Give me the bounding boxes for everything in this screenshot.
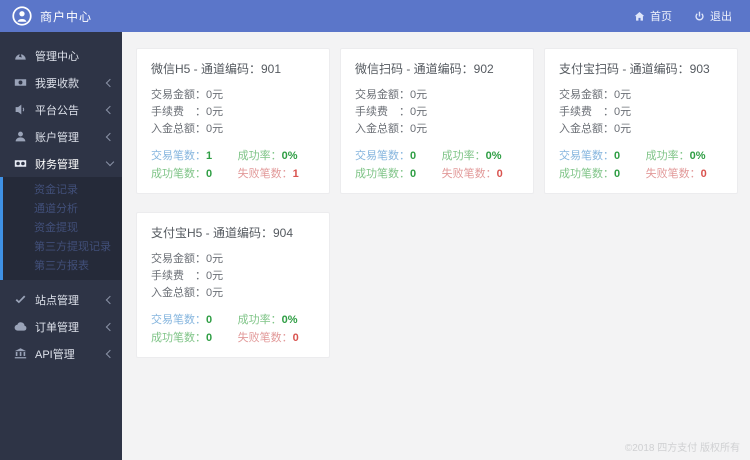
success-rate-stat: 成功率：0% [441,150,502,162]
tx-count-stat: 交易笔数：0 [355,150,417,162]
home-icon [634,11,645,21]
deposit-line: 入金总额：0元 [151,123,224,135]
fee-line: 手续费 ：0元 [151,270,224,282]
channel-card-wechat-qr: 微信扫码 - 通道编码：902 交易金额：0元 手续费 ：0元 入金总额：0元 … [340,48,534,194]
sidebar-item-label: 账户管理 [35,131,79,144]
card-title: 微信H5 - 通道编码：901 [151,62,282,76]
sidebar: 管理中心 我要收款 平台公告 账户管理 财务管理 资金记录 通道分析 资金提现 … [0,32,122,460]
fail-count-stat: 失败笔数：0 [441,168,503,180]
tx-count-stat: 交易笔数：0 [559,150,621,162]
sidebar-item-orders[interactable]: 订单管理 [0,313,122,340]
sidebar-item-label: 平台公告 [35,104,79,117]
collect-icon [14,79,27,86]
sidebar-item-accounts[interactable]: 账户管理 [0,123,122,150]
chevron-left-icon [105,132,115,141]
channel-card-alipay-h5: 支付宝H5 - 通道编码：904 交易金额：0元 手续费 ：0元 入金总额：0元… [136,212,330,358]
channel-card-wechat-h5: 微信H5 - 通道编码：901 交易金额：0元 手续费 ：0元 入金总额：0元 … [136,48,330,194]
sidebar-item-label: 订单管理 [35,321,79,334]
sidebar-item-label: API管理 [35,348,75,361]
brand: 商户中心 [0,6,92,26]
card-title: 支付宝H5 - 通道编码：904 [151,226,294,240]
tx-count-stat: 交易笔数：1 [151,150,213,162]
fail-count-stat: 失败笔数：0 [645,168,707,180]
success-count-stat: 成功笔数：0 [151,168,213,180]
merchant-center-page: 商户中心 首页 退出 管理中心 我要收款 平台公告 账户管理 财务管理 资金记录… [0,0,750,460]
sidebar-item-sites[interactable]: 站点管理 [0,286,122,313]
chevron-down-icon [105,157,115,167]
success-count-stat: 成功笔数：0 [559,168,621,180]
chevron-left-icon [105,78,115,87]
chevron-left-icon [105,349,115,358]
announcement-icon [15,104,25,115]
card-stats: 交易笔数：0 成功率：0% 成功笔数：0 失败笔数：0 [559,147,723,183]
success-rate-stat: 成功率：0% [237,314,298,326]
sidebar-subitem-thirdparty-withdraw-records[interactable]: 第三方提现记录 [3,238,122,257]
finance-submenu: 资金记录 通道分析 资金提现 第三方提现记录 第三方报表 [0,177,122,280]
sidebar-subitem-channel-analysis[interactable]: 通道分析 [3,200,122,219]
deposit-line: 入金总额：0元 [559,123,632,135]
card-stats: 交易笔数：0 成功率：0% 成功笔数：0 失败笔数：0 [151,311,315,347]
copyright-footer: ©2018 四方支付 版权所有 [624,443,740,454]
cloud-icon [14,322,27,331]
avatar-logo-icon [12,6,32,26]
sidebar-item-finance[interactable]: 财务管理 [0,150,122,177]
deposit-line: 入金总额：0元 [151,287,224,299]
success-rate-stat: 成功率：0% [237,150,298,162]
success-count-stat: 成功笔数：0 [355,168,417,180]
check-icon [15,295,26,304]
logout-icon [695,11,704,21]
fee-line: 手续费 ：0元 [559,106,632,118]
card-title: 微信扫码 - 通道编码：902 [355,62,494,76]
fail-count-stat: 失败笔数：0 [237,332,299,344]
amount-line: 交易金额：0元 [151,89,224,101]
sidebar-subitem-withdraw[interactable]: 资金提现 [3,219,122,238]
tx-count-stat: 交易笔数：0 [151,314,213,326]
sidebar-item-dashboard[interactable]: 管理中心 [0,42,122,69]
channel-card-alipay-qr: 支付宝扫码 - 通道编码：903 交易金额：0元 手续费 ：0元 入金总额：0元… [544,48,738,194]
finance-icon [14,160,27,167]
chevron-left-icon [105,105,115,114]
dashboard-icon [15,53,26,60]
deposit-line: 入金总额：0元 [355,123,428,135]
sidebar-item-label: 财务管理 [35,158,79,171]
sidebar-subitem-fund-records[interactable]: 资金记录 [3,181,122,200]
nav-home-link[interactable]: 首页 [634,8,672,24]
sidebar-item-api[interactable]: API管理 [0,340,122,367]
app-title: 商户中心 [40,9,93,24]
sidebar-item-label: 管理中心 [35,50,79,63]
nav-home-label: 首页 [650,11,672,23]
card-title: 支付宝扫码 - 通道编码：903 [559,62,710,76]
amount-line: 交易金额：0元 [355,89,428,101]
top-header: 商户中心 首页 退出 [0,0,750,32]
success-count-stat: 成功笔数：0 [151,332,213,344]
bank-icon [14,348,27,359]
success-rate-stat: 成功率：0% [645,150,706,162]
account-icon [15,131,26,142]
channel-cards: 微信H5 - 通道编码：901 交易金额：0元 手续费 ：0元 入金总额：0元 … [136,48,742,358]
nav-logout-link[interactable]: 退出 [694,8,732,24]
amount-line: 交易金额：0元 [151,253,224,265]
chevron-left-icon [105,322,115,331]
chevron-left-icon [105,295,115,304]
top-nav: 首页 退出 [634,8,750,24]
sidebar-item-label: 我要收款 [35,77,79,90]
nav-logout-label: 退出 [710,11,732,23]
fee-line: 手续费 ：0元 [151,106,224,118]
amount-line: 交易金额：0元 [559,89,632,101]
card-stats: 交易笔数：1 成功率：0% 成功笔数：0 失败笔数：1 [151,147,315,183]
fail-count-stat: 失败笔数：1 [237,168,299,180]
card-stats: 交易笔数：0 成功率：0% 成功笔数：0 失败笔数：0 [355,147,519,183]
fee-line: 手续费 ：0元 [355,106,428,118]
sidebar-item-label: 站点管理 [35,294,79,307]
sidebar-subitem-thirdparty-report[interactable]: 第三方报表 [3,257,122,276]
sidebar-item-collect[interactable]: 我要收款 [0,69,122,96]
main-content: 微信H5 - 通道编码：901 交易金额：0元 手续费 ：0元 入金总额：0元 … [122,32,750,460]
sidebar-item-announcements[interactable]: 平台公告 [0,96,122,123]
